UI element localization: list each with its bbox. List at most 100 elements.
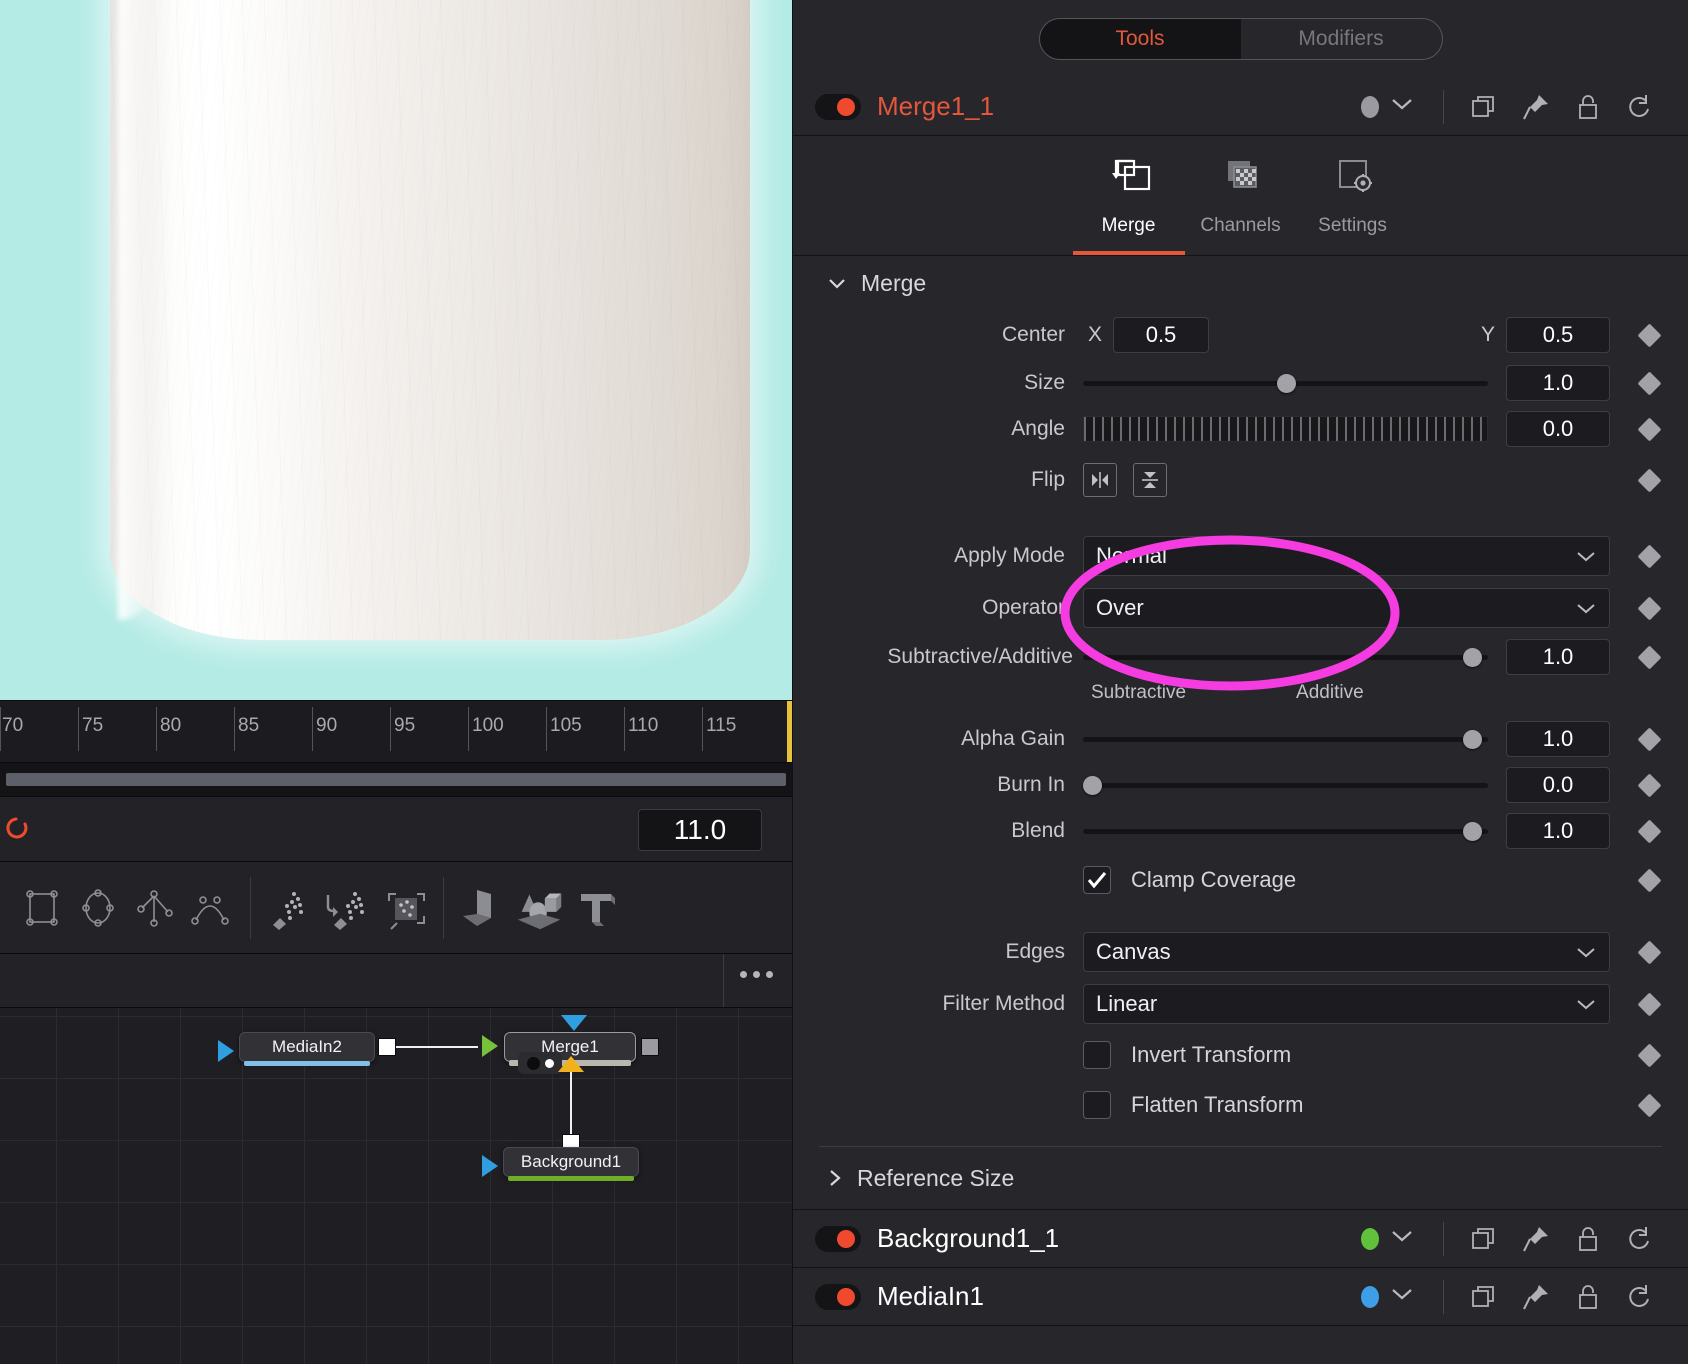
center-y-field[interactable]: 0.5 <box>1506 317 1610 353</box>
chevron-down-icon[interactable] <box>1389 1286 1415 1307</box>
flatten-transform-checkbox[interactable] <box>1083 1091 1111 1119</box>
section-reference-size[interactable]: Reference Size <box>793 1147 1688 1209</box>
size-keyframe-button[interactable] <box>1610 370 1688 396</box>
copy-icon[interactable] <box>1458 87 1510 127</box>
inspector-tabs: Merge Channels Settings <box>793 136 1688 256</box>
center-x-field[interactable]: 0.5 <box>1113 317 1209 353</box>
lock-icon[interactable] <box>1562 1219 1614 1259</box>
pin-icon[interactable] <box>1510 87 1562 127</box>
paint-region-icon[interactable] <box>375 878 431 938</box>
burn-in-slider[interactable] <box>1083 767 1488 803</box>
node-color-dot[interactable] <box>1361 95 1379 118</box>
tab-settings[interactable]: Settings <box>1297 136 1409 255</box>
copy-icon[interactable] <box>1458 1219 1510 1259</box>
burn-in-field[interactable]: 0.0 <box>1506 767 1610 803</box>
tab-modifiers[interactable]: Modifiers <box>1241 19 1442 59</box>
filter-method-keyframe-button[interactable] <box>1610 991 1688 1017</box>
blend-keyframe-button[interactable] <box>1610 818 1688 844</box>
timeline-scrollbar[interactable] <box>6 773 786 786</box>
edges-keyframe-button[interactable] <box>1610 939 1688 965</box>
angle-dial[interactable] <box>1083 416 1488 442</box>
rectangle-mask-icon[interactable] <box>14 878 70 938</box>
merge1-mask-input-arrow[interactable] <box>558 1056 584 1072</box>
viewer-display[interactable] <box>0 0 792 700</box>
apply-mode-keyframe-button[interactable] <box>1610 543 1688 569</box>
node-medialn2[interactable]: MediaIn2 <box>239 1032 375 1066</box>
blend-slider[interactable] <box>1083 813 1488 849</box>
merge1-operator-indicator[interactable] <box>518 1052 562 1074</box>
node-graph[interactable]: MediaIn2 Merge1 Background1 <box>0 1008 792 1364</box>
lock-icon[interactable] <box>1562 1277 1614 1317</box>
invert-transform-checkbox[interactable] <box>1083 1041 1111 1069</box>
merge1-foreground-input-arrow[interactable] <box>561 1015 587 1031</box>
node-background1[interactable]: Background1 <box>503 1147 639 1181</box>
tab-tools[interactable]: Tools <box>1039 19 1241 59</box>
filter-method-select[interactable]: Linear <box>1083 984 1610 1024</box>
apply-mode-select[interactable]: Normal <box>1083 536 1610 576</box>
more-options-icon[interactable] <box>740 971 773 978</box>
flip-vertical-icon[interactable] <box>1133 463 1167 497</box>
paint-icon[interactable] <box>263 878 319 938</box>
current-time-field[interactable]: 11.0 <box>638 809 762 851</box>
paint-stroke-icon[interactable] <box>319 878 375 938</box>
pin-icon[interactable] <box>1510 1277 1562 1317</box>
alpha-gain-slider[interactable] <box>1083 721 1488 757</box>
clamp-coverage-checkbox[interactable] <box>1083 866 1111 894</box>
keyframe-diamond-icon <box>1636 772 1662 798</box>
node-row-medialn1[interactable]: MediaIn1 <box>793 1268 1688 1326</box>
operator-select[interactable]: Over <box>1083 588 1610 628</box>
alpha-gain-keyframe-button[interactable] <box>1610 726 1688 752</box>
polygon-mask-icon[interactable] <box>126 878 182 938</box>
medialn2-input-arrow[interactable] <box>218 1040 234 1062</box>
size-slider[interactable] <box>1083 365 1488 401</box>
shape3d-icon[interactable] <box>512 878 568 938</box>
node-enable-toggle[interactable] <box>815 1283 861 1310</box>
loop-icon[interactable] <box>2 812 36 846</box>
invert-transform-keyframe-button[interactable] <box>1610 1042 1688 1068</box>
subtractive-additive-slider[interactable] <box>1083 639 1488 675</box>
bspline-mask-icon[interactable] <box>182 878 238 938</box>
time-ruler[interactable]: 70 75 80 85 90 95 100 105 110 115 <box>0 700 792 762</box>
reset-icon[interactable] <box>1614 87 1666 127</box>
alpha-gain-label: Alpha Gain <box>961 727 1065 750</box>
invert-transform-label: Invert Transform <box>1131 1042 1292 1067</box>
angle-keyframe-button[interactable] <box>1610 416 1688 442</box>
reset-icon[interactable] <box>1614 1219 1666 1259</box>
burn-in-keyframe-button[interactable] <box>1610 772 1688 798</box>
subtractive-additive-field[interactable]: 1.0 <box>1506 639 1610 675</box>
background1-input-arrow[interactable] <box>482 1155 498 1177</box>
alpha-gain-field[interactable]: 1.0 <box>1506 721 1610 757</box>
size-field[interactable]: 1.0 <box>1506 365 1610 401</box>
flip-horizontal-icon[interactable] <box>1083 463 1117 497</box>
tab-channels[interactable]: Channels <box>1185 136 1297 255</box>
text3d-icon[interactable] <box>568 878 624 938</box>
chevron-down-icon[interactable] <box>1389 1228 1415 1249</box>
center-keyframe-button[interactable] <box>1610 322 1688 348</box>
node-color-dot[interactable] <box>1361 1285 1379 1308</box>
copy-icon[interactable] <box>1458 1277 1510 1317</box>
merge1-background-input-arrow[interactable] <box>482 1035 498 1057</box>
tab-merge[interactable]: Merge <box>1072 136 1185 255</box>
subtractive-additive-keyframe-button[interactable] <box>1610 644 1688 670</box>
node-enable-toggle[interactable] <box>815 93 861 120</box>
angle-field[interactable]: 0.0 <box>1506 411 1610 447</box>
flip-keyframe-button[interactable] <box>1610 467 1688 493</box>
node-header-merge1-1[interactable]: Merge1_1 <box>793 78 1688 136</box>
pin-icon[interactable] <box>1510 1219 1562 1259</box>
reset-icon[interactable] <box>1614 1277 1666 1317</box>
ellipse-mask-icon[interactable] <box>70 878 126 938</box>
section-merge[interactable]: Merge <box>793 256 1688 310</box>
edges-select[interactable]: Canvas <box>1083 932 1610 972</box>
node-color-dot[interactable] <box>1361 1227 1379 1250</box>
chevron-down-icon[interactable] <box>1389 96 1415 117</box>
operator-keyframe-button[interactable] <box>1610 595 1688 621</box>
clamp-coverage-keyframe-button[interactable] <box>1610 867 1688 893</box>
node-row-background1-1[interactable]: Background1_1 <box>793 1210 1688 1268</box>
blend-field[interactable]: 1.0 <box>1506 813 1610 849</box>
lock-icon[interactable] <box>1562 87 1614 127</box>
flatten-transform-keyframe-button[interactable] <box>1610 1092 1688 1118</box>
node-enable-toggle[interactable] <box>815 1225 861 1252</box>
merge1-output-port[interactable] <box>641 1038 659 1056</box>
plane3d-icon[interactable] <box>456 878 512 938</box>
medialn2-output-port[interactable] <box>378 1038 396 1056</box>
